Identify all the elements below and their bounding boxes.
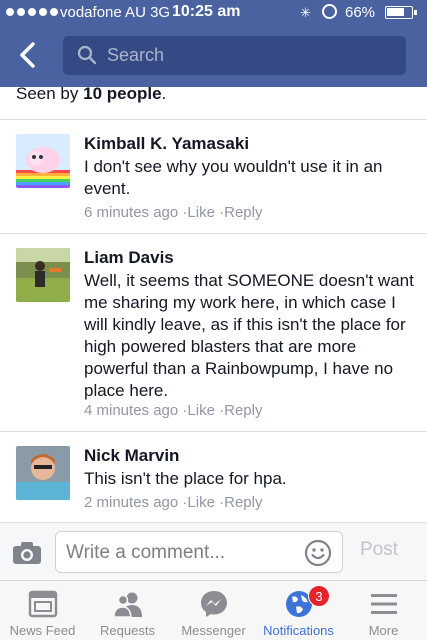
tab-requests[interactable]: Requests [85, 581, 170, 640]
tab-notifications[interactable]: 3 Notifications [256, 581, 341, 640]
comment-composer: Post [0, 522, 427, 580]
like-link[interactable]: Like [187, 494, 215, 511]
battery-icon [385, 6, 417, 19]
friend-requests-icon [113, 592, 142, 618]
post-button[interactable]: Post [360, 539, 398, 561]
top-bar: vodafone AU 3G 10:25 am ✳ 66% [0, 0, 427, 87]
comment-time: 2 minutes ago [84, 494, 179, 511]
tab-news-feed[interactable]: News Feed [0, 581, 85, 640]
battery-percentage: 66% [345, 4, 376, 21]
back-button[interactable] [14, 40, 44, 70]
seen-by-text: Seen by 10 people. [16, 84, 167, 103]
tab-label: Messenger [181, 623, 246, 638]
carrier-label: vodafone AU 3G [60, 4, 171, 21]
comment-text: Well, it seems that SOMEONE doesn't want… [84, 271, 414, 400]
comment-author[interactable]: Nick Marvin [84, 446, 179, 466]
rotation-lock-icon [322, 4, 337, 19]
menu-icon [371, 594, 397, 614]
news-feed-icon [28, 590, 58, 618]
divider [0, 233, 427, 234]
like-link[interactable]: Like [187, 204, 215, 221]
avatar[interactable] [16, 134, 70, 188]
tab-label: More [368, 623, 399, 638]
avatar[interactable] [16, 446, 70, 500]
reply-link[interactable]: Reply [224, 494, 262, 511]
divider [0, 119, 427, 120]
chevron-left-icon [20, 42, 35, 68]
comment-text: I don't see why you wouldn't use it in a… [84, 157, 383, 198]
comment-author[interactable]: Kimball K. Yamasaki [84, 134, 249, 154]
comment-meta: 2 minutes ago · Like · Reply [84, 494, 263, 511]
comment-time: 6 minutes ago [84, 204, 179, 221]
camera-icon[interactable] [12, 541, 42, 565]
seen-count[interactable]: 10 people [83, 84, 161, 103]
comment-box[interactable] [55, 531, 343, 573]
like-link[interactable]: Like [187, 402, 215, 419]
signal-strength-icon [6, 8, 58, 16]
comment-input[interactable] [66, 540, 296, 566]
reply-link[interactable]: Reply [224, 402, 262, 419]
emoji-icon[interactable] [304, 539, 332, 567]
comment-meta: 6 minutes ago · Like · Reply [84, 204, 263, 221]
tab-label: News Feed [9, 623, 76, 638]
messenger-icon [201, 591, 227, 617]
activity-spinner-icon: ✳ [300, 5, 311, 20]
tab-bar: News Feed Requests Messenger 3 Notificat… [0, 580, 427, 640]
tab-messenger[interactable]: Messenger [171, 581, 256, 640]
status-bar: vodafone AU 3G 10:25 am ✳ 66% [0, 0, 427, 26]
comment-text: This isn't the place for hpa. [84, 469, 287, 488]
tab-label: Notifications [263, 623, 334, 638]
tab-more[interactable]: More [341, 581, 426, 640]
avatar[interactable] [16, 248, 70, 302]
comment-author[interactable]: Liam Davis [84, 248, 174, 268]
reply-link[interactable]: Reply [224, 204, 262, 221]
tab-label: Requests [100, 623, 155, 638]
search-bar[interactable] [63, 36, 406, 75]
comment-time: 4 minutes ago [84, 402, 179, 419]
search-icon [77, 45, 97, 65]
search-input[interactable] [107, 42, 387, 68]
comment-meta: 4 minutes ago · Like · Reply [84, 402, 263, 419]
clock: 10:25 am [172, 3, 241, 20]
divider [0, 431, 427, 432]
notification-badge: 3 [308, 585, 330, 607]
